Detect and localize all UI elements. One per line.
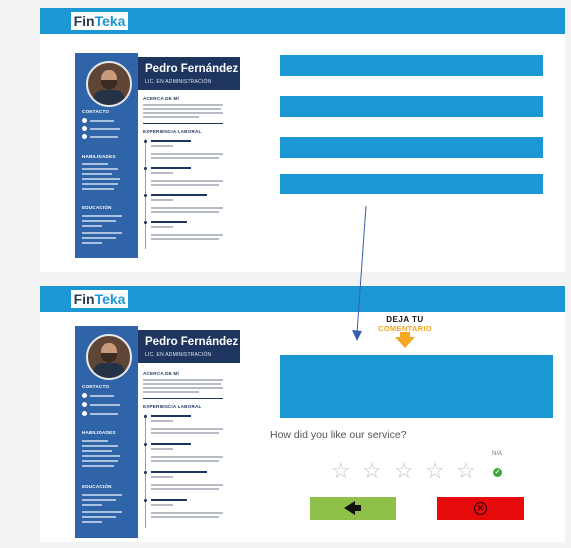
flow-connector-arrow bbox=[352, 205, 367, 341]
